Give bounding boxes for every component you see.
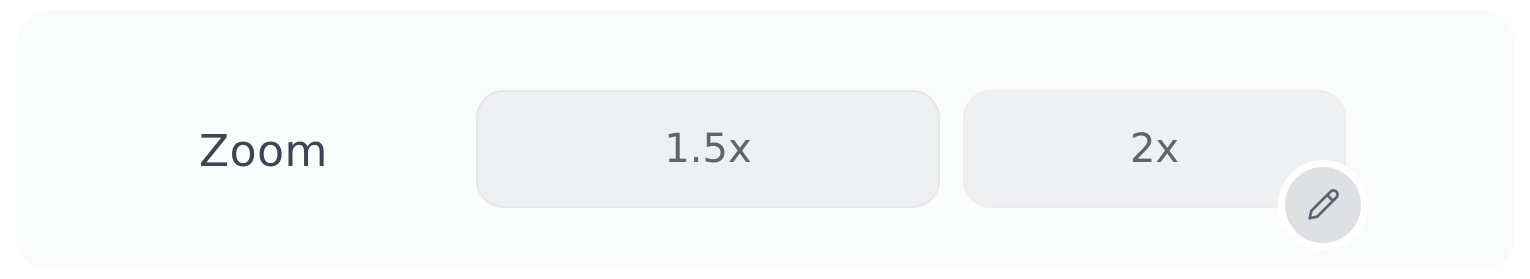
edit-zoom-button[interactable]: [1278, 160, 1368, 250]
pencil-icon: [1308, 189, 1339, 220]
zoom-settings-panel: Zoom 1.5x 2x: [16, 10, 1514, 271]
zoom-label: Zoom: [199, 126, 328, 177]
edit-button-circle: [1285, 167, 1361, 243]
zoom-option-1-5x[interactable]: 1.5x: [476, 90, 940, 208]
